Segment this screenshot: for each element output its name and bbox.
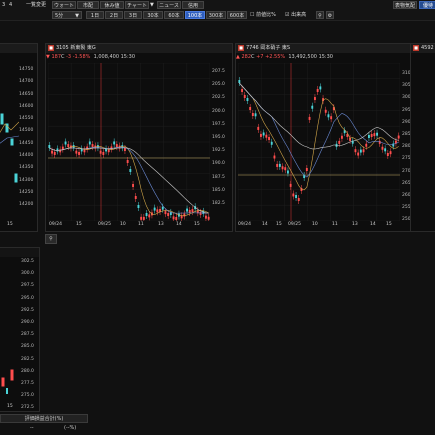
candlestick-chart — [1, 369, 14, 394]
button-quote[interactable]: 表物気配 — [393, 1, 417, 9]
x-label: 13 — [352, 222, 358, 227]
close-icon[interactable]: ■ — [413, 44, 419, 51]
y-axis-labels: 302.5 300.0 297.5 295.0 292.5 290.0 287.5 285… — [21, 259, 34, 411]
period-600[interactable]: 600本 — [227, 11, 247, 19]
close-icon[interactable]: ■ — [48, 44, 54, 51]
prev-ratio-checkbox[interactable]: ☐ 前値比% — [250, 11, 276, 19]
panel-header: ■ 7746 岡本硝子 東S — [236, 44, 416, 53]
x-label: 11 — [138, 222, 144, 227]
close-icon[interactable]: ■ — [238, 44, 244, 51]
x-label-0924: 09/24 — [238, 222, 251, 227]
volume-checkbox[interactable]: ☑ 出来高 — [285, 11, 306, 19]
x-label-0925: 09/25 — [98, 222, 111, 227]
tab-watch[interactable]: ウォート — [52, 1, 76, 9]
search-icon[interactable]: ⚲ — [316, 11, 324, 19]
x-label: 15 — [386, 222, 392, 227]
x-label: 11 — [332, 222, 338, 227]
y-axis-labels: 14750 14700 14650 14600 14550 14500 14450 144… — [19, 67, 34, 208]
candlestick-chart — [48, 63, 210, 221]
candlestick-chart — [238, 63, 400, 221]
chart-panel-4592[interactable]: ■ 4592 — [410, 43, 435, 232]
chart-panel-left[interactable]: 14750 14700 14650 14600 14550 14500 14450 144… — [0, 43, 38, 232]
chevron-down-icon[interactable]: ▼ — [150, 1, 156, 9]
x-label: 15 — [276, 222, 282, 227]
x-axis-label: 15 — [7, 222, 13, 227]
tab-board[interactable]: 休み値 — [100, 1, 124, 9]
x-label: 14 — [262, 222, 268, 227]
period-select[interactable]: 5分 ▼ — [52, 11, 82, 19]
button-benefit[interactable]: 優待 — [419, 1, 435, 9]
panel-header: ■ 3105 新東製 東G — [46, 44, 232, 53]
x-label: 15 — [194, 222, 200, 227]
period-30[interactable]: 30本 — [143, 11, 163, 19]
x-label: 14 — [176, 222, 182, 227]
x-label-0925: 09/25 — [288, 222, 301, 227]
quote-row: ▲ 282C +7 +2.55% 13,492,500 15:30 — [236, 54, 333, 60]
profit-loss-row: -- (--%) — [0, 424, 88, 432]
period-100[interactable]: 100本 — [185, 11, 205, 19]
tab-news[interactable]: ニュース — [157, 1, 181, 9]
x-label: 10 — [120, 222, 126, 227]
panel-header — [0, 44, 37, 53]
x-label: 13 — [158, 222, 164, 227]
x-label: 15 — [76, 222, 82, 227]
period-60[interactable]: 60本 — [164, 11, 184, 19]
period-3d[interactable]: 3日 — [124, 11, 142, 19]
candlestick-chart — [0, 113, 19, 183]
tab-credit[interactable]: 信用 — [182, 1, 204, 9]
x-axis-label: 15 — [7, 404, 13, 409]
chart-panel-7746[interactable]: ■ 7746 岡本硝子 東S ▲ 282C +7 +2.55% 13,492,50… — [235, 43, 417, 232]
x-label-0924: 09/24 — [49, 222, 62, 227]
window-number-4[interactable]: 4 — [9, 1, 12, 9]
window-label[interactable]: 一覧変更 — [26, 1, 46, 9]
panel-header: ■ 4592 — [411, 44, 435, 53]
top-toolbar: 3 4 一覧変更 ウォート 市配 休み値 チャート ▼ ニュース 信用 表物気配… — [0, 0, 435, 21]
settings-icon[interactable]: ⚙ — [326, 11, 334, 19]
x-label: 10 — [312, 222, 318, 227]
profit-loss-value: (--%) — [64, 425, 77, 431]
chart-panel-bottom-left[interactable]: 302.5 300.0 297.5 295.0 292.5 290.0 287.5 285… — [0, 247, 40, 412]
period-1d[interactable]: 1日 — [86, 11, 104, 19]
tab-chart[interactable]: チャート — [125, 1, 149, 9]
search-icon[interactable]: ⚲ — [45, 234, 57, 244]
x-label: 14 — [370, 222, 376, 227]
tab-market[interactable]: 市配 — [77, 1, 99, 9]
window-number-3[interactable]: 3 — [2, 1, 5, 9]
y-axis-labels: 207.5 205.0 202.5 200.0 197.5 195.0 192.5 190… — [212, 69, 225, 207]
profit-loss-dash: -- — [30, 425, 34, 431]
quote-row: ▼ 187C -3 -1.58% 1,008,400 15:30 — [46, 54, 136, 60]
period-2d[interactable]: 2日 — [105, 11, 123, 19]
profit-loss-tab[interactable]: 評価損益合計(%) — [0, 414, 88, 423]
period-300[interactable]: 300本 — [206, 11, 226, 19]
chart-panel-3105[interactable]: ■ 3105 新東製 東G ▼ 187C -3 -1.58% 1,008,400 … — [45, 43, 233, 232]
